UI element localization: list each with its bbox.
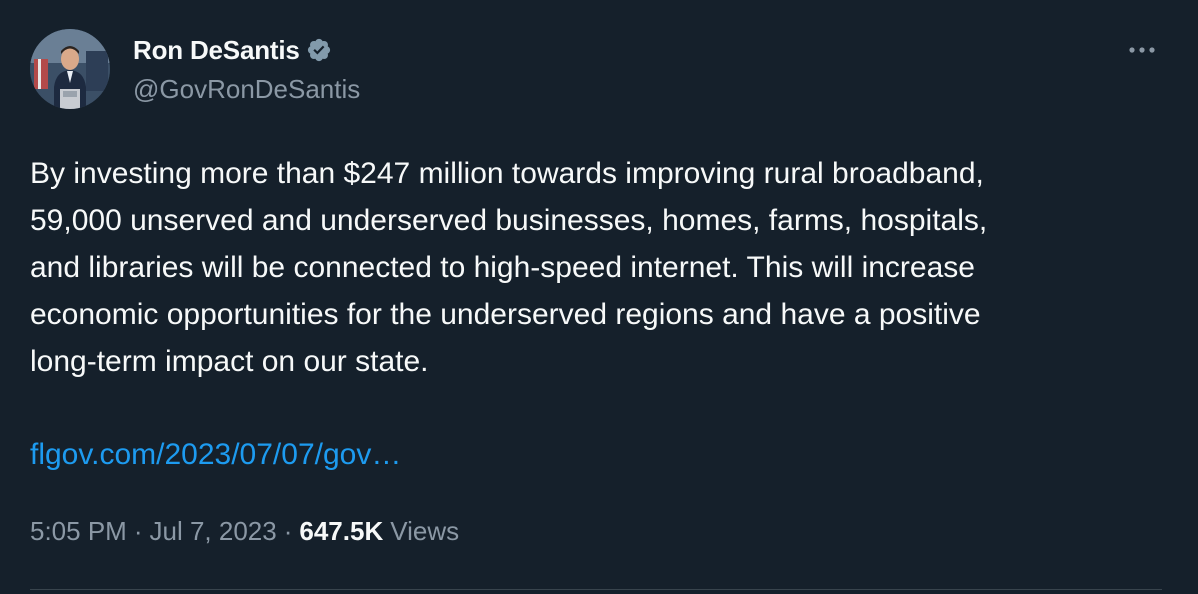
author-handle[interactable]: @GovRonDeSantis (133, 74, 360, 105)
tweet-time[interactable]: 5:05 PM (30, 516, 127, 547)
tweet-link[interactable]: flgov.com/2023/07/07/gov… (30, 438, 401, 472)
more-horizontal-icon[interactable] (1124, 36, 1160, 64)
tweet-card: Ron DeSantis @GovRonDeSantis By investin… (0, 0, 1198, 594)
avatar[interactable] (30, 29, 110, 109)
meta-separator: · (283, 516, 293, 546)
tweet-date[interactable]: Jul 7, 2023 (150, 516, 277, 547)
author-name-row[interactable]: Ron DeSantis (133, 33, 332, 67)
verified-badge-icon[interactable] (306, 37, 332, 63)
divider (30, 589, 1162, 590)
views-label[interactable]: Views (390, 516, 459, 547)
avatar-image (30, 29, 110, 109)
meta-separator: · (133, 516, 143, 546)
views-count[interactable]: 647.5K (299, 516, 383, 547)
tweet-text: By investing more than $247 million towa… (30, 157, 988, 378)
tweet-meta: 5:05 PM · Jul 7, 2023 · 647.5K Views (30, 516, 459, 547)
author-display-name[interactable]: Ron DeSantis (133, 35, 300, 66)
